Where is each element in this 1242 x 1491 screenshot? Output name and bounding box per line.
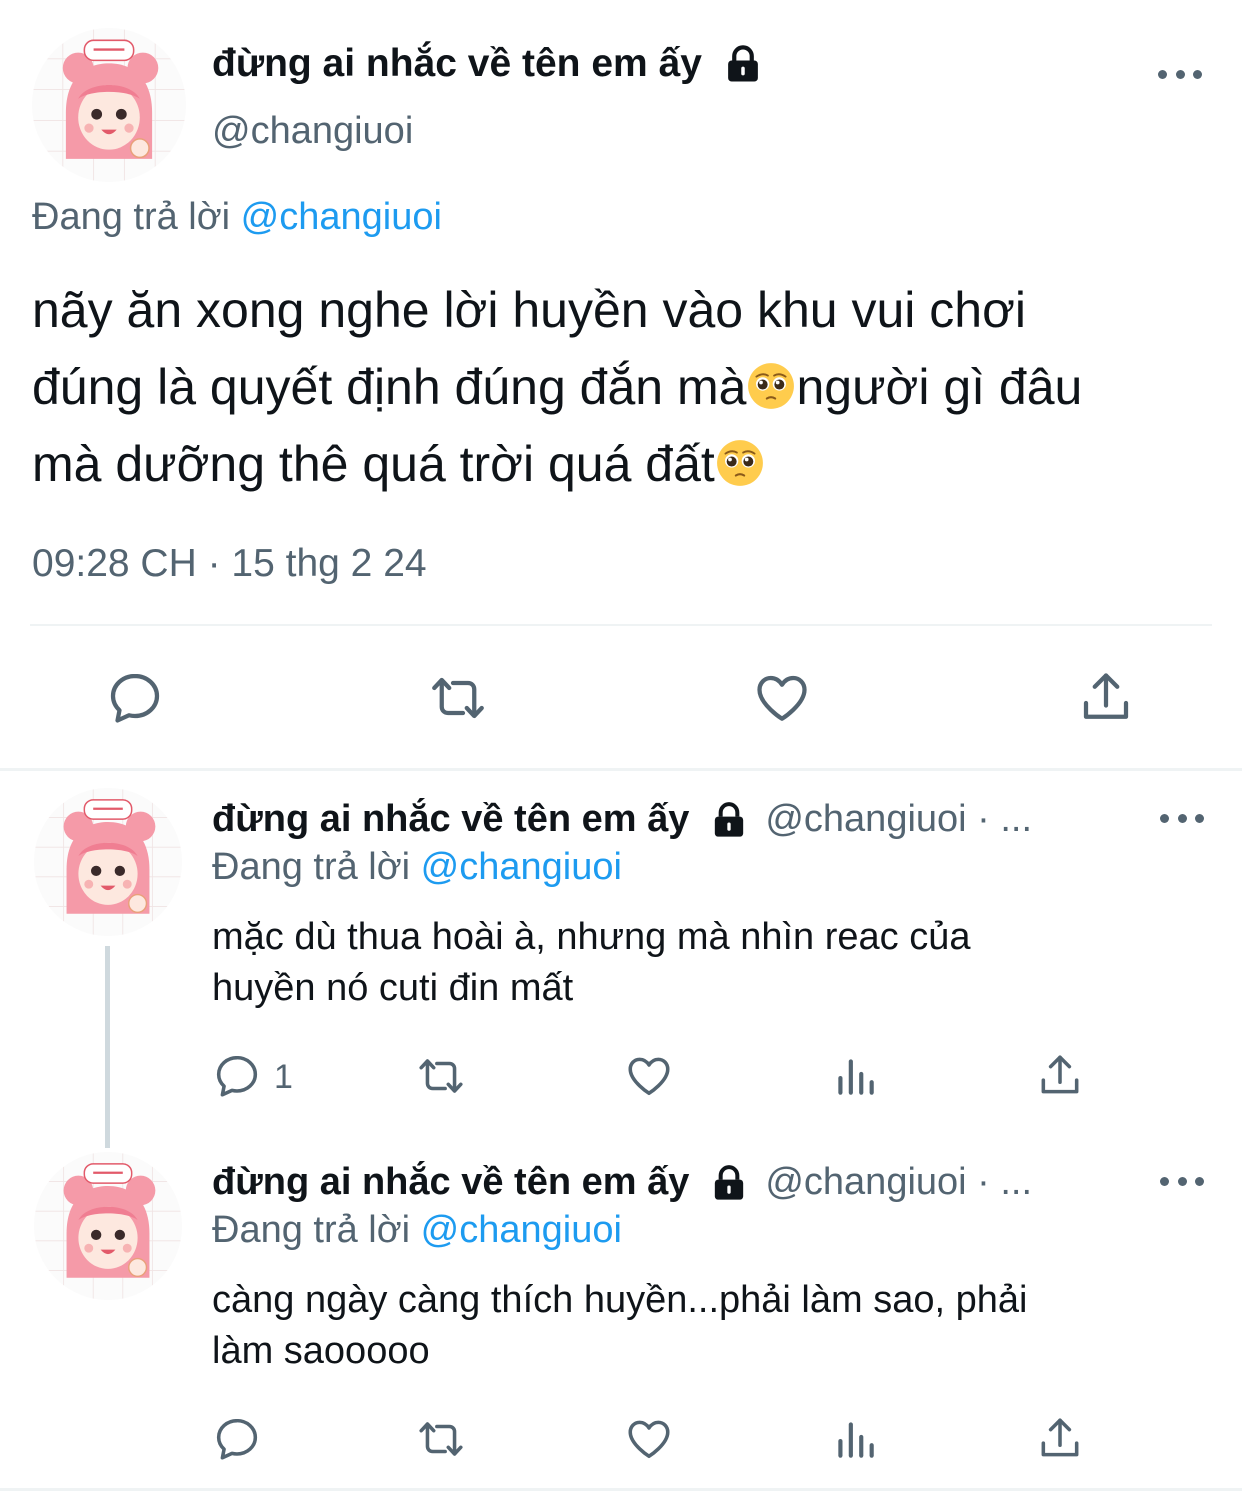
tweet-text: nãy ăn xong nghe lời huyền vào khu vui c… (32, 272, 1237, 503)
retweet-icon[interactable] (416, 1051, 466, 1101)
reply-count: 1 (274, 1058, 293, 1096)
like-icon[interactable] (752, 668, 812, 728)
avatar[interactable] (34, 1152, 182, 1300)
more-options-icon[interactable] (1160, 1171, 1204, 1191)
tweet-text-line-2a: đúng là quyết định đúng đắn mà (32, 359, 747, 415)
more-options-icon[interactable] (1158, 64, 1202, 84)
lock-icon (709, 800, 749, 840)
replying-to-prefix: Đang trả lời (212, 1209, 411, 1251)
views-icon[interactable] (830, 1051, 880, 1101)
replying-to-mention[interactable]: @changiuoi (421, 846, 622, 888)
avatar-image (34, 1152, 182, 1300)
replying-to-mention[interactable]: @changiuoi (421, 1209, 622, 1251)
tweet-thread: đừng ai nhắc về tên em ấy @changiuoi Đan… (0, 0, 1242, 1491)
user-handle: @changiuoi · ... (765, 1161, 1033, 1203)
more-options-icon[interactable] (1160, 808, 1204, 828)
tweet-text-line-1: nãy ăn xong nghe lời huyền vào khu vui c… (32, 282, 1026, 338)
reply-icon[interactable] (212, 1051, 262, 1101)
reply-text: càng ngày càng thích huyền...phải làm sa… (212, 1279, 1028, 1372)
reply-icon[interactable] (105, 668, 165, 728)
views-icon[interactable] (830, 1414, 880, 1464)
share-icon[interactable] (1035, 1414, 1085, 1464)
avatar-image (32, 28, 186, 182)
reply-header[interactable]: đừng ai nhắc về tên em ấy @changiuoi · .… (212, 798, 1137, 841)
divider (30, 624, 1212, 626)
replying-to: Đang trả lời @changiuoi (212, 1209, 622, 1252)
display-name: đừng ai nhắc về tên em ấy (212, 1161, 690, 1203)
pleading-face-emoji-icon (746, 361, 796, 411)
thread-connector-line (105, 946, 110, 1148)
avatar[interactable] (34, 788, 182, 936)
replying-to-prefix: Đang trả lời (212, 846, 411, 888)
lock-icon (709, 1163, 749, 1203)
user-handle: @changiuoi · ... (765, 798, 1033, 840)
share-icon[interactable] (1035, 1051, 1085, 1101)
share-icon[interactable] (1076, 668, 1136, 728)
avatar[interactable] (32, 28, 186, 182)
display-name: đừng ai nhắc về tên em ấy (212, 798, 690, 840)
like-icon[interactable] (624, 1414, 674, 1464)
tweet-timestamp[interactable]: 09:28 CH · 15 thg 2 24 (32, 542, 427, 586)
replying-to-prefix: Đang trả lời (32, 196, 231, 238)
retweet-icon[interactable] (416, 1414, 466, 1464)
display-name-text: đừng ai nhắc về tên em ấy (212, 42, 702, 85)
tweet-text-line-3: mà dưỡng thê quá trời quá đất (32, 436, 715, 492)
pleading-face-emoji-icon (715, 438, 765, 488)
replying-to-mention[interactable]: @changiuoi (241, 196, 442, 238)
user-handle[interactable]: @changiuoi (212, 110, 413, 153)
lock-icon (722, 43, 764, 85)
reply-header[interactable]: đừng ai nhắc về tên em ấy @changiuoi · .… (212, 1161, 1137, 1204)
avatar-image (34, 788, 182, 936)
reply-icon[interactable] (212, 1414, 262, 1464)
replying-to: Đang trả lời @changiuoi (212, 846, 622, 889)
tweet-text-line-2b: người gì đâu (796, 359, 1083, 415)
display-name[interactable]: đừng ai nhắc về tên em ấy (212, 42, 764, 86)
retweet-icon[interactable] (428, 668, 488, 728)
like-icon[interactable] (624, 1051, 674, 1101)
section-divider (0, 768, 1242, 771)
reply-text: mặc dù thua hoài à, nhưng mà nhìn reac c… (212, 916, 971, 1009)
replying-to: Đang trả lời @changiuoi (32, 196, 442, 239)
